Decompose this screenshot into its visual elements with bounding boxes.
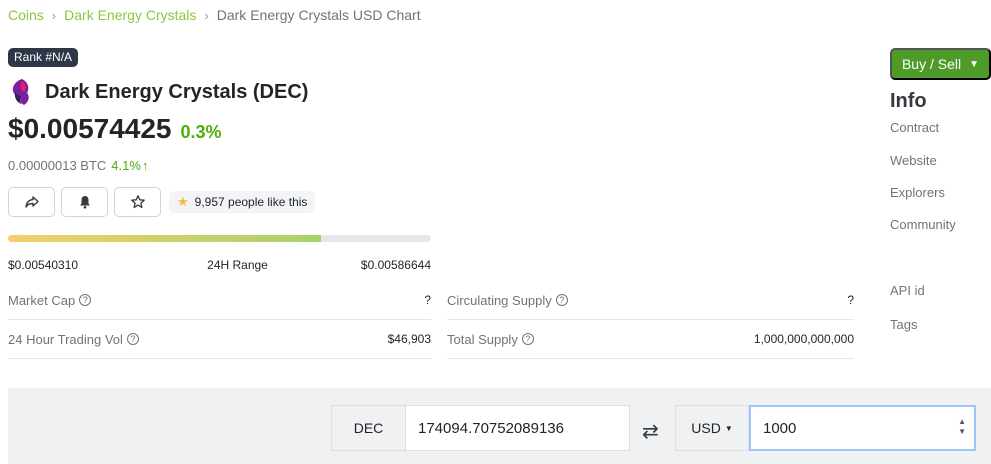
filled-star-icon: ★ [177, 194, 189, 209]
info-heading: Info [890, 90, 927, 112]
to-currency-label: USD [691, 420, 721, 436]
info-item-website[interactable]: Website [890, 153, 937, 168]
stat-total-supply: Total Supply? 1,000,000,000,000 [447, 320, 854, 359]
stat-value: ? [847, 293, 854, 307]
coin-price: $0.00574425 [8, 113, 172, 144]
likes-badge: ★ 9,957 people like this [169, 191, 316, 213]
breadcrumb-coin-link[interactable]: Dark Energy Crystals [64, 7, 196, 23]
help-icon[interactable]: ? [79, 294, 92, 306]
from-currency-label: DEC [331, 405, 406, 451]
stat-label: 24 Hour Trading Vol [8, 331, 123, 347]
help-icon[interactable]: ? [126, 333, 139, 345]
info-item-contract[interactable]: Contract [890, 120, 939, 135]
stat-label: Market Cap [8, 292, 76, 308]
to-currency-select[interactable]: USD ▼ [675, 405, 749, 451]
range-fill [8, 235, 322, 242]
stat-value: ? [424, 293, 431, 307]
btc-change: 4.1% [111, 158, 141, 173]
range-low: $0.00540310 [8, 258, 79, 272]
range-bar [8, 235, 431, 242]
help-icon[interactable]: ? [555, 294, 568, 306]
breadcrumb-separator: › [204, 7, 209, 23]
share-button[interactable] [8, 187, 55, 217]
breadcrumb-coins-link[interactable]: Coins [8, 7, 44, 23]
info-item-community[interactable]: Community [890, 217, 956, 232]
stat-label: Circulating Supply [447, 292, 552, 308]
info-item-api-id[interactable]: API id [890, 283, 925, 298]
range-high: $0.00586644 [360, 258, 431, 272]
range-label: 24H Range [207, 258, 268, 272]
star-icon [130, 195, 145, 209]
to-amount-input[interactable]: 1000 ▲ ▼ [749, 405, 976, 451]
swap-icon[interactable]: ⇄ [642, 419, 659, 444]
stat-circulating-supply: Circulating Supply? ? [447, 281, 854, 320]
btc-price: 0.00000013 BTC [8, 158, 107, 173]
converter: DEC 174094.70752089136 ⇄ USD ▼ 1000 ▲ ▼ [8, 388, 991, 464]
stat-value: 1,000,000,000,000 [753, 332, 854, 346]
stat-value: $46,903 [387, 332, 431, 346]
rank-badge: Rank #N/A [8, 48, 79, 67]
stat-trading-vol: 24 Hour Trading Vol? $46,903 [8, 320, 431, 359]
coin-title: Dark Energy Crystals (DEC) [8, 78, 308, 106]
price-change: 0.3% [180, 122, 222, 142]
range-labels: $0.00540310 24H Range $0.00586644 [8, 258, 431, 272]
buy-sell-label: Buy / Sell [901, 56, 962, 72]
help-icon[interactable]: ? [521, 333, 534, 345]
from-amount-input[interactable]: 174094.70752089136 [405, 405, 630, 451]
breadcrumb-current: Dark Energy Crystals USD Chart [216, 7, 421, 23]
coin-name: Dark Energy Crystals (DEC) [45, 80, 309, 103]
btc-price-row: 0.00000013 BTC 4.1% ↑ [8, 158, 148, 173]
bell-icon [79, 196, 90, 209]
arrow-up-icon: ↑ [141, 158, 149, 173]
price-row: $0.00574425 0.3% [8, 113, 222, 145]
buy-sell-button[interactable]: Buy / Sell ▼ [890, 48, 991, 80]
coin-logo-icon [8, 78, 32, 106]
stat-market-cap: Market Cap? ? [8, 281, 431, 320]
stats-grid: Market Cap? ? Circulating Supply? ? 24 H… [8, 281, 855, 359]
breadcrumb: Coins › Dark Energy Crystals › Dark Ener… [8, 7, 421, 23]
stat-label: Total Supply [447, 331, 518, 347]
caret-down-icon: ▼ [969, 58, 980, 70]
info-item-explorers[interactable]: Explorers [890, 185, 945, 200]
number-spinner-icon[interactable]: ▲ ▼ [958, 417, 966, 437]
share-icon [24, 196, 39, 208]
caret-down-icon: ▼ [724, 423, 733, 433]
breadcrumb-separator: › [51, 7, 57, 23]
info-item-tags[interactable]: Tags [890, 317, 917, 332]
watchlist-star-button[interactable] [114, 187, 161, 217]
action-row: ★ 9,957 people like this [8, 187, 316, 217]
likes-count: 9,957 people like this [194, 195, 308, 209]
alert-button[interactable] [61, 187, 108, 217]
to-amount-value: 1000 [763, 419, 797, 437]
